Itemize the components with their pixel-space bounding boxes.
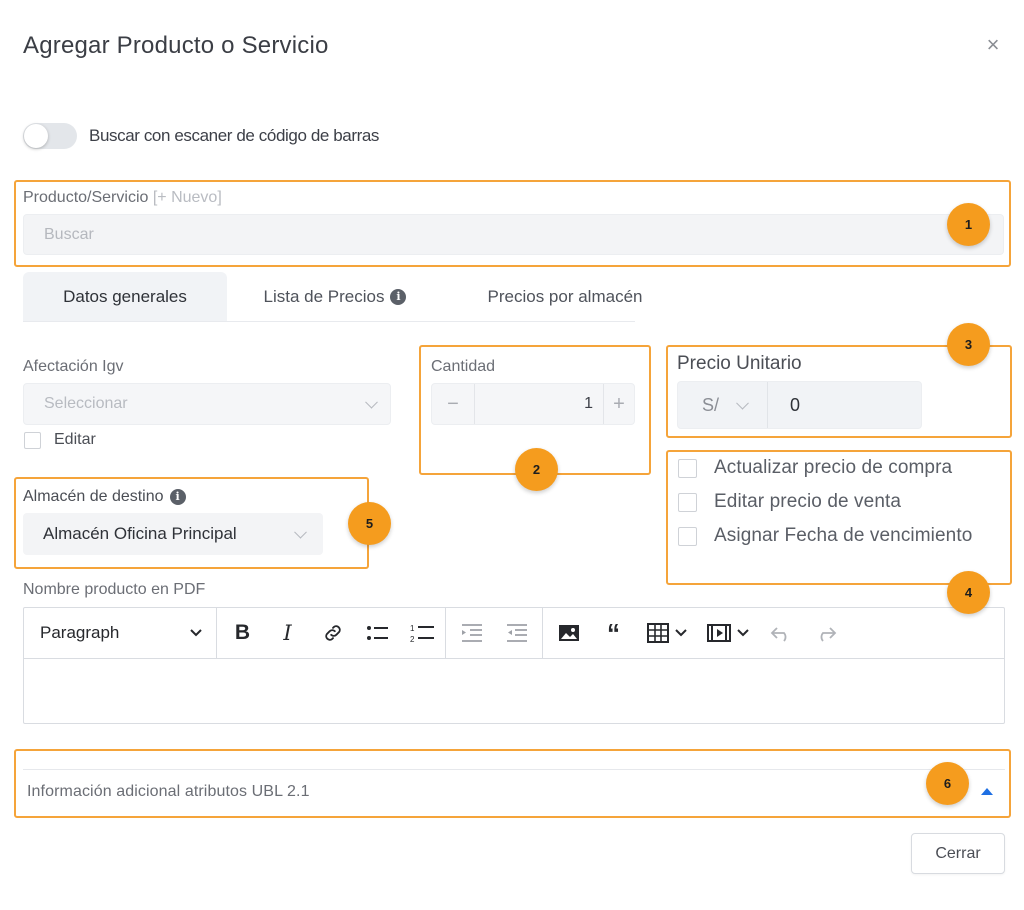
warehouse-value: Almacén Oficina Principal xyxy=(43,524,237,543)
svg-text:1: 1 xyxy=(410,624,415,633)
igv-edit-checkbox[interactable] xyxy=(24,432,41,449)
bullet-list-glyph xyxy=(366,626,388,640)
bullet-list-icon[interactable] xyxy=(355,608,400,658)
table-icon[interactable] xyxy=(636,608,698,658)
increment-button[interactable]: + xyxy=(604,384,634,424)
tab-precios-almacen[interactable]: Precios por almacén xyxy=(452,272,678,322)
option-update-purchase-price[interactable]: Actualizar precio de compra xyxy=(678,457,952,479)
paragraph-format-value: Paragraph xyxy=(40,623,120,642)
annotation-badge-5: 5 xyxy=(348,502,391,545)
unit-price-input[interactable]: 0 xyxy=(768,382,921,428)
checkbox[interactable] xyxy=(678,492,697,512)
scanner-toggle[interactable] xyxy=(23,123,77,149)
inline-group: B I 12 xyxy=(217,608,446,658)
warehouse-label-text: Almacén de destino xyxy=(23,488,164,505)
tab-underline xyxy=(23,321,635,322)
outdent-icon[interactable] xyxy=(449,608,494,658)
editor-content-area[interactable] xyxy=(24,660,1004,724)
annotation-badge-3: 3 xyxy=(947,323,990,366)
product-label-text: Producto/Servicio xyxy=(23,189,149,206)
igv-label: Afectación Igv xyxy=(23,358,124,375)
modal-title: Agregar Producto o Servicio xyxy=(23,32,329,59)
image-glyph xyxy=(558,625,579,641)
currency-value: S/ xyxy=(702,394,720,415)
chevron-down-icon xyxy=(675,629,687,637)
info-icon: i xyxy=(169,489,186,505)
paragraph-format-select[interactable]: Paragraph xyxy=(24,608,216,658)
option-edit-sale-price[interactable]: Editar precio de venta xyxy=(678,491,901,513)
pdf-name-label: Nombre producto en PDF xyxy=(23,581,206,598)
igv-edit-label: Editar xyxy=(54,431,96,448)
media-icon[interactable] xyxy=(698,608,758,658)
option-label: Actualizar precio de compra xyxy=(714,457,953,478)
quote-icon[interactable]: “ xyxy=(591,608,636,658)
info-icon: i xyxy=(390,289,407,305)
option-label: Asignar Fecha de vencimiento xyxy=(714,525,973,546)
image-icon[interactable] xyxy=(546,608,591,658)
checkbox[interactable] xyxy=(678,526,697,546)
editor-toolbar: Paragraph B I 12 “ xyxy=(24,608,1004,659)
igv-select-value: Seleccionar xyxy=(44,395,128,412)
chevron-down-icon xyxy=(294,525,307,539)
numbered-list-icon[interactable]: 12 xyxy=(400,608,445,658)
media-glyph xyxy=(707,624,731,642)
annotation-badge-1: 1 xyxy=(947,203,990,246)
indent-group xyxy=(446,608,543,658)
indent-glyph xyxy=(506,624,527,642)
annotation-badge-4: 4 xyxy=(947,571,990,614)
quantity-label: Cantidad xyxy=(431,358,496,375)
chevron-down-icon xyxy=(737,629,749,637)
indent-icon[interactable] xyxy=(494,608,539,658)
svg-text:2: 2 xyxy=(410,635,415,644)
format-group: Paragraph xyxy=(24,608,217,658)
checkbox[interactable] xyxy=(678,458,697,478)
table-glyph xyxy=(647,623,669,643)
unit-price-group: S/ 0 xyxy=(677,381,922,429)
link-icon[interactable] xyxy=(310,608,355,658)
redo-glyph xyxy=(820,627,836,642)
close-icon[interactable]: × xyxy=(982,34,1004,56)
caret-up-icon xyxy=(981,788,993,795)
warehouse-select[interactable]: Almacén Oficina Principal xyxy=(23,513,323,555)
outdent-glyph xyxy=(461,624,482,642)
option-label: Editar precio de venta xyxy=(714,491,902,512)
new-product-link[interactable]: [+ Nuevo] xyxy=(153,189,222,206)
toggle-knob xyxy=(24,124,48,148)
option-assign-expiry-date[interactable]: Asignar Fecha de vencimiento xyxy=(678,525,972,547)
decrement-button[interactable]: − xyxy=(432,384,474,424)
annotation-badge-6: 6 xyxy=(926,762,969,805)
tab-lista-precios[interactable]: Lista de Precios i xyxy=(240,272,430,322)
ubl-accordion-label: Información adicional atributos UBL 2.1 xyxy=(27,782,310,800)
chevron-down-icon xyxy=(736,396,749,410)
rich-text-editor: Paragraph B I 12 “ xyxy=(23,607,1005,724)
quantity-value[interactable]: 1 xyxy=(474,384,604,424)
product-label: Producto/Servicio [+ Nuevo] xyxy=(23,189,222,207)
italic-icon[interactable]: I xyxy=(265,608,310,658)
tab-lista-precios-label: Lista de Precios xyxy=(263,287,385,306)
link-glyph xyxy=(324,625,341,641)
close-button[interactable]: Cerrar xyxy=(911,833,1005,874)
warehouse-label: Almacén de destino i xyxy=(23,488,186,506)
tab-datos-generales[interactable]: Datos generales xyxy=(23,272,227,322)
undo-glyph xyxy=(770,627,786,642)
annotation-badge-2: 2 xyxy=(515,448,558,491)
redo-icon[interactable] xyxy=(803,608,848,658)
chevron-down-icon xyxy=(190,629,202,637)
product-search-input[interactable]: Buscar xyxy=(23,214,1004,255)
chevron-down-icon xyxy=(365,395,378,409)
numbered-list-glyph: 12 xyxy=(410,624,434,644)
insert-group: “ xyxy=(543,608,848,658)
unit-price-label: Precio Unitario xyxy=(677,353,802,374)
igv-select[interactable]: Seleccionar xyxy=(23,383,391,425)
quantity-stepper: − 1 + xyxy=(431,383,635,425)
bold-icon[interactable]: B xyxy=(220,608,265,658)
currency-select[interactable]: S/ xyxy=(678,382,768,428)
scanner-toggle-label: Buscar con escaner de código de barras xyxy=(89,126,380,145)
undo-icon[interactable] xyxy=(758,608,803,658)
ubl-accordion-header[interactable]: Información adicional atributos UBL 2.1 xyxy=(23,769,1005,813)
